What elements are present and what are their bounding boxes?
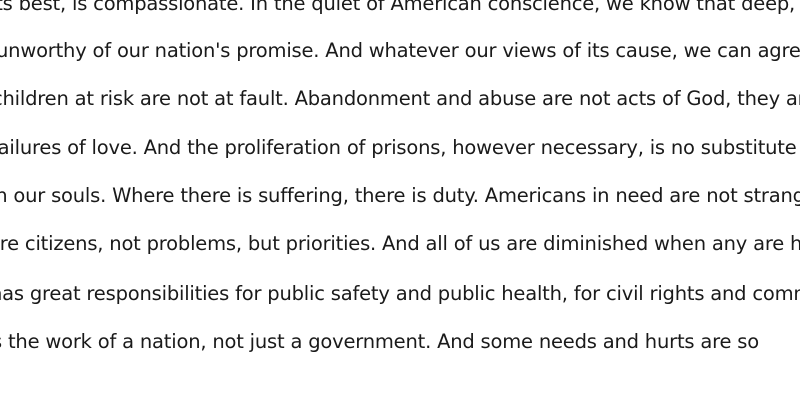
text-line: s the work of a nation, not just a gover… bbox=[0, 330, 759, 353]
document-page: its best, is compassionate. In the quiet… bbox=[0, 0, 800, 400]
text-line: has great responsibilities for public sa… bbox=[0, 282, 800, 305]
text-line: in our souls. Where there is suffering, … bbox=[0, 184, 800, 207]
text-line: unworthy of our nation's promise. And wh… bbox=[0, 39, 800, 62]
text-line: failures of love. And the proliferation … bbox=[0, 136, 800, 159]
text-line: its best, is compassionate. In the quiet… bbox=[0, 0, 800, 15]
text-line: are citizens, not problems, but prioriti… bbox=[0, 232, 800, 255]
text-line: children at risk are not at fault. Aband… bbox=[0, 87, 800, 110]
